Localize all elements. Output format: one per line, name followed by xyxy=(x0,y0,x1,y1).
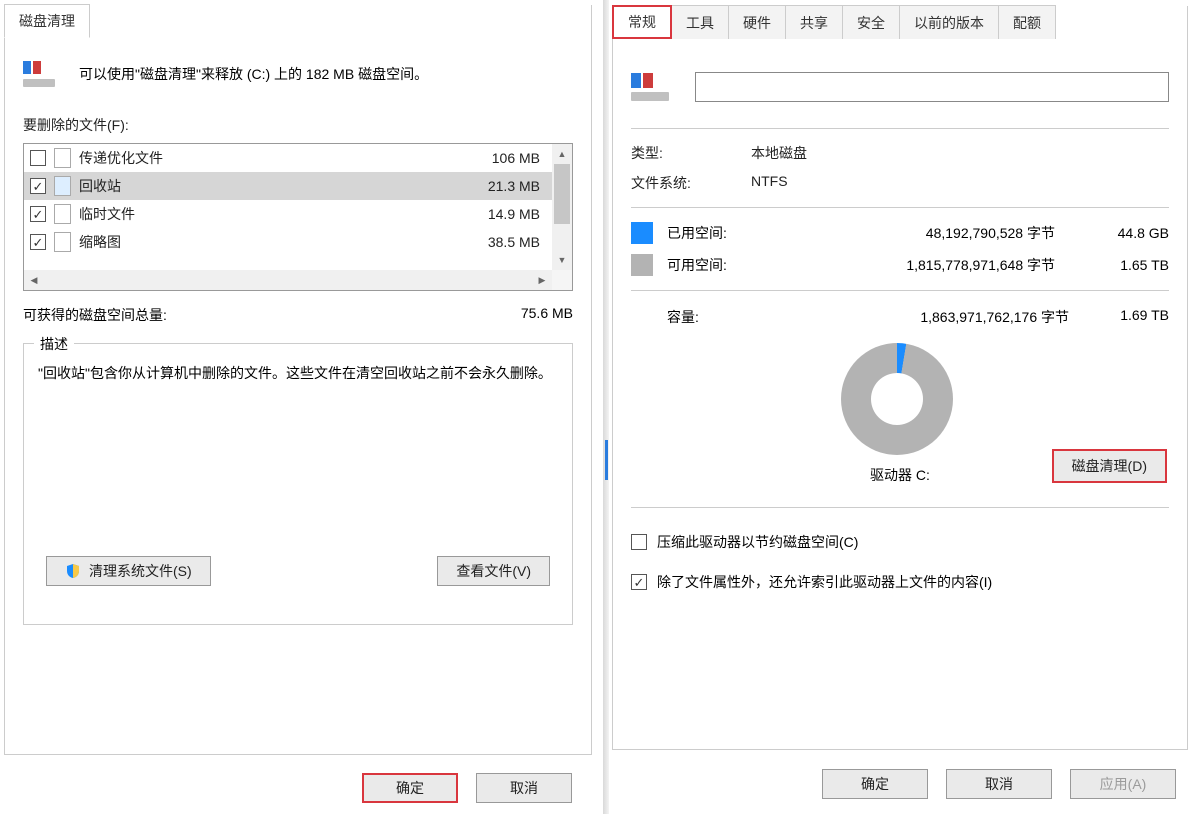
file-icon xyxy=(54,148,71,168)
scroll-down-button[interactable]: ▼ xyxy=(552,250,572,270)
files-to-delete-label: 要删除的文件(F): xyxy=(23,115,573,135)
scroll-left-button[interactable]: ◀ xyxy=(24,270,44,290)
index-checkbox-row[interactable]: 除了文件属性外，还允许索引此驱动器上文件的内容(I) xyxy=(631,572,1169,592)
left-bottom-bar: 确定 取消 xyxy=(0,764,592,812)
capacity-label: 容量: xyxy=(667,307,757,327)
used-bytes: 48,192,790,528 字节 xyxy=(771,223,1065,243)
tab-sharing[interactable]: 共享 xyxy=(785,5,843,39)
used-label: 已用空间: xyxy=(667,223,757,243)
drive-properties-panel: 常规工具硬件共享安全以前的版本配额 类型: 本地磁盘 文件系统: NTFS 已用… xyxy=(612,6,1188,750)
drive-name-input[interactable] xyxy=(695,72,1169,102)
capacity-bytes: 1,863,971,762,176 字节 xyxy=(757,307,1079,327)
recycle-bin-icon xyxy=(54,176,71,196)
compress-label: 压缩此驱动器以节约磁盘空间(C) xyxy=(657,532,858,552)
clean-system-files-button[interactable]: 清理系统文件(S) xyxy=(46,556,211,586)
scroll-right-button[interactable]: ▶ xyxy=(532,270,552,290)
capacity-row: 容量: 1,863,971,762,176 字节 1.69 TB xyxy=(631,307,1169,327)
tab-security[interactable]: 安全 xyxy=(842,5,900,39)
tab-quota[interactable]: 配额 xyxy=(998,5,1056,39)
type-value: 本地磁盘 xyxy=(751,143,807,163)
list-item-size: 14.9 MB xyxy=(456,206,546,222)
divider xyxy=(631,507,1169,508)
disk-cleanup-button[interactable]: 磁盘清理(D) xyxy=(1052,449,1167,483)
total-label: 可获得的磁盘空间总量: xyxy=(23,305,521,325)
tab-hardware[interactable]: 硬件 xyxy=(728,5,786,39)
intro-text: 可以使用"磁盘清理"来释放 (C:) 上的 182 MB 磁盘空间。 xyxy=(79,64,428,84)
tab-tools[interactable]: 工具 xyxy=(671,5,729,39)
horizontal-scrollbar[interactable]: ◀ ▶ xyxy=(24,270,552,290)
compress-checkbox-row[interactable]: 压缩此驱动器以节约磁盘空间(C) xyxy=(631,532,1169,552)
total-row: 可获得的磁盘空间总量: 75.6 MB xyxy=(23,305,573,325)
index-checkbox[interactable] xyxy=(631,574,647,590)
free-bytes: 1,815,778,971,648 字节 xyxy=(771,255,1065,275)
tab-disk-cleanup[interactable]: 磁盘清理 xyxy=(4,4,90,38)
list-item-checkbox[interactable] xyxy=(30,178,46,194)
right-bottom-bar: 确定 取消 应用(A) xyxy=(612,760,1188,808)
list-item[interactable]: 临时文件 14.9 MB xyxy=(24,200,552,228)
right-tab-row: 常规工具硬件共享安全以前的版本配额 xyxy=(612,5,1188,39)
list-item-label: 传递优化文件 xyxy=(79,148,448,168)
list-item-size: 38.5 MB xyxy=(456,234,546,250)
cancel-button[interactable]: 取消 xyxy=(476,773,572,803)
compress-checkbox[interactable] xyxy=(631,534,647,550)
intro-row: 可以使用"磁盘清理"来释放 (C:) 上的 182 MB 磁盘空间。 xyxy=(23,61,573,87)
clean-system-files-label: 清理系统文件(S) xyxy=(89,561,192,581)
vertical-scrollbar[interactable]: ▲ ▼ xyxy=(552,144,572,270)
used-space-row: 已用空间: 48,192,790,528 字节 44.8 GB xyxy=(631,222,1169,244)
scroll-up-button[interactable]: ▲ xyxy=(552,144,572,164)
apply-button[interactable]: 应用(A) xyxy=(1070,769,1176,799)
description-title: 描述 xyxy=(34,334,74,354)
tab-previous-versions[interactable]: 以前的版本 xyxy=(899,5,999,39)
list-item[interactable]: 传递优化文件 106 MB xyxy=(24,144,552,172)
disk-cleanup-panel: 磁盘清理 可以使用"磁盘清理"来释放 (C:) 上的 182 MB 磁盘空间。 … xyxy=(4,5,592,755)
cancel-button[interactable]: 取消 xyxy=(946,769,1052,799)
list-item-label: 临时文件 xyxy=(79,204,448,224)
ok-button[interactable]: 确定 xyxy=(822,769,928,799)
capacity-human: 1.69 TB xyxy=(1079,307,1169,327)
index-label: 除了文件属性外，还允许索引此驱动器上文件的内容(I) xyxy=(657,572,992,592)
list-item[interactable]: 缩略图 38.5 MB xyxy=(24,228,552,256)
free-human: 1.65 TB xyxy=(1079,257,1169,273)
file-icon xyxy=(54,204,71,224)
drive-name-row xyxy=(631,72,1169,102)
files-listbox[interactable]: 传递优化文件 106 MB 回收站 21.3 MB 临时文件 14.9 MB 缩略图 38.5… xyxy=(23,143,573,291)
description-text: "回收站"包含你从计算机中删除的文件。这些文件在清空回收站之前不会永久删除。 xyxy=(38,362,558,386)
list-item-checkbox[interactable] xyxy=(30,234,46,250)
view-files-button[interactable]: 查看文件(V) xyxy=(437,556,550,586)
left-tab-row: 磁盘清理 xyxy=(4,4,592,38)
list-item-label: 回收站 xyxy=(79,176,448,196)
used-human: 44.8 GB xyxy=(1079,225,1169,241)
panel-divider xyxy=(603,0,609,814)
divider xyxy=(631,290,1169,291)
shield-icon xyxy=(65,563,81,579)
divider xyxy=(631,207,1169,208)
list-item-label: 缩略图 xyxy=(79,232,448,252)
description-group: 描述 "回收站"包含你从计算机中删除的文件。这些文件在清空回收站之前不会永久删除… xyxy=(23,343,573,625)
total-value: 75.6 MB xyxy=(521,305,573,325)
free-swatch xyxy=(631,254,653,276)
free-label: 可用空间: xyxy=(667,255,757,275)
pie-chart-area: 驱动器 C: 磁盘清理(D) xyxy=(631,337,1169,487)
ok-button[interactable]: 确定 xyxy=(362,773,458,803)
list-item-size: 21.3 MB xyxy=(456,178,546,194)
scroll-thumb[interactable] xyxy=(554,164,570,224)
list-item-checkbox[interactable] xyxy=(30,206,46,222)
list-item-size: 106 MB xyxy=(456,150,546,166)
list-item-checkbox[interactable] xyxy=(30,150,46,166)
scroll-corner xyxy=(552,270,572,290)
tab-general[interactable]: 常规 xyxy=(612,5,672,39)
list-item[interactable]: 回收站 21.3 MB xyxy=(24,172,552,200)
free-space-row: 可用空间: 1,815,778,971,648 字节 1.65 TB xyxy=(631,254,1169,276)
used-swatch xyxy=(631,222,653,244)
divider xyxy=(631,128,1169,129)
filesystem-value: NTFS xyxy=(751,173,788,193)
type-label: 类型: xyxy=(631,143,751,163)
usage-pie-chart xyxy=(841,343,953,455)
file-icon xyxy=(54,232,71,252)
drive-icon xyxy=(23,61,55,87)
filesystem-label: 文件系统: xyxy=(631,173,751,193)
drive-icon xyxy=(631,73,669,101)
